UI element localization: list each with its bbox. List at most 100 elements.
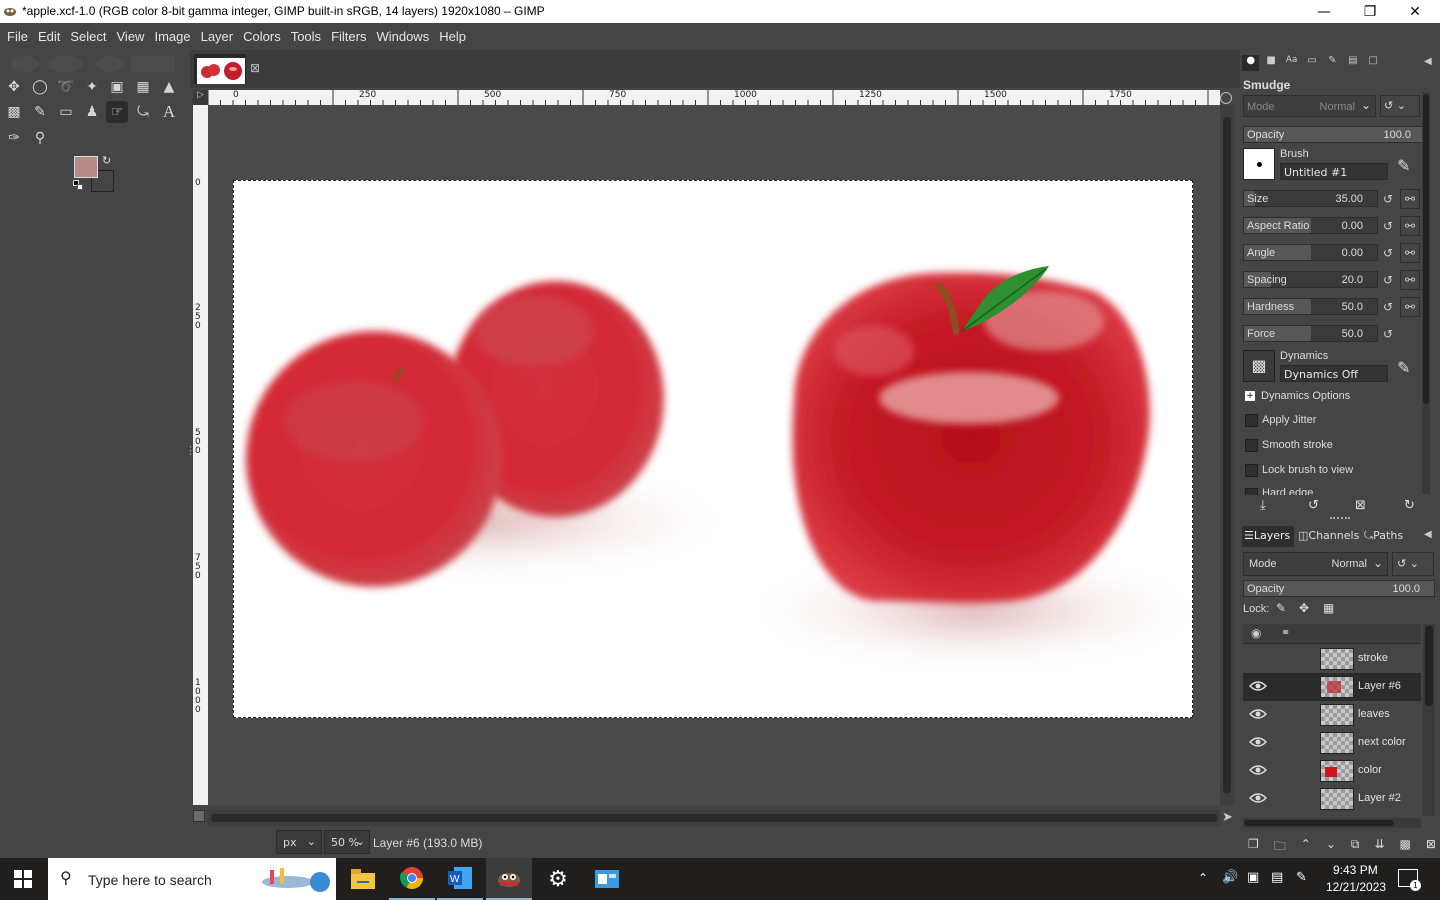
lasso-tool-icon[interactable]: ➰ — [55, 76, 77, 98]
close-tab-icon[interactable]: ⊠ — [250, 61, 260, 75]
link-dynamics-icon[interactable]: ⚯ — [1400, 243, 1420, 263]
clock-date[interactable]: 12/21/2023 — [1326, 880, 1386, 894]
reset-slider-icon[interactable]: ↺ — [1380, 245, 1396, 261]
expand-icon[interactable]: + — [1245, 391, 1255, 401]
document-tab-icon[interactable]: ▭ — [1303, 55, 1320, 71]
horizontal-scrollbar[interactable] — [208, 810, 1220, 826]
default-colors-icon[interactable] — [73, 180, 83, 190]
lock-pixels-icon[interactable]: ✎ — [1276, 601, 1286, 615]
raise-layer-icon[interactable]: ⌃ — [1301, 837, 1311, 858]
slider-aspect-ratio[interactable]: Aspect Ratio 0.00 — [1243, 217, 1378, 234]
menu-help[interactable]: Help — [439, 29, 466, 44]
eye-icon[interactable] — [1249, 763, 1267, 777]
reset-options-icon[interactable]: ↻ — [1404, 498, 1415, 513]
reset-slider-icon[interactable]: ↺ — [1380, 191, 1396, 207]
link-dynamics-icon[interactable]: ⚯ — [1400, 297, 1420, 317]
color-picker-icon[interactable]: ✑ — [3, 127, 25, 149]
close-window-button[interactable]: ✕ — [1392, 0, 1438, 23]
ruler-corner-icon[interactable]: ▷ — [193, 90, 208, 105]
layers-hscrollbar[interactable] — [1243, 818, 1421, 828]
lock-brush-checkbox[interactable] — [1245, 464, 1258, 477]
slider-angle[interactable]: Angle 0.00 — [1243, 244, 1378, 261]
dock-menu-icon[interactable]: ◀ — [1424, 56, 1432, 67]
lower-layer-icon[interactable]: ⌄ — [1326, 837, 1336, 858]
reset-slider-icon[interactable]: ↺ — [1380, 326, 1396, 342]
zoom-tool-icon[interactable]: ⚲ — [29, 127, 51, 149]
restore-options-icon[interactable]: ↺ — [1308, 498, 1319, 513]
layers-scrollbar[interactable] — [1423, 624, 1435, 816]
layer-row[interactable]: color — [1243, 757, 1421, 785]
unit-select[interactable]: px ⌄ — [276, 830, 322, 854]
panel-splitter[interactable] — [1330, 517, 1350, 520]
file-explorer-icon[interactable] — [340, 858, 386, 900]
clone-tool-icon[interactable]: ♟ — [81, 101, 103, 123]
lock-alpha-icon[interactable]: ▦ — [1323, 601, 1334, 615]
tray-overflow-icon[interactable]: ⌃ — [1198, 871, 1208, 885]
menu-view[interactable]: View — [117, 29, 145, 44]
vertical-scrollbar[interactable] — [1220, 105, 1234, 805]
brush-preview[interactable] — [1243, 148, 1275, 180]
chrome-icon[interactable] — [389, 858, 435, 900]
slider-size[interactable]: Size 35.00 — [1243, 190, 1378, 207]
patterns-tab-icon[interactable]: ▤ — [1344, 55, 1361, 71]
image-tab-apple[interactable] — [194, 54, 246, 84]
link-dynamics-icon[interactable]: ⚯ — [1400, 216, 1420, 236]
fonts-tab-icon[interactable]: Aa — [1283, 55, 1300, 71]
layer-row[interactable]: stroke — [1243, 645, 1421, 673]
crop-tool-icon[interactable]: ▣ — [106, 76, 128, 98]
layer-row[interactable]: Layer #6 — [1243, 673, 1421, 701]
word-icon[interactable]: W — [437, 858, 483, 900]
visibility-toggle[interactable] — [1249, 651, 1267, 665]
edit-brush-icon[interactable]: ✎ — [1397, 156, 1410, 175]
zoom-select[interactable]: 50 % ⌄ — [324, 830, 370, 854]
layers-dock-menu-icon[interactable]: ◀ — [1424, 529, 1432, 540]
network-icon[interactable]: ▤ — [1271, 870, 1283, 885]
new-layer-icon[interactable]: ❐ — [1248, 837, 1259, 858]
save-options-icon[interactable]: ⤓ — [1260, 498, 1266, 513]
eye-icon[interactable] — [1249, 707, 1267, 721]
gimp-taskbar-icon[interactable] — [486, 858, 532, 900]
dynamics-preview-icon[interactable]: ▩ — [1243, 350, 1275, 382]
smooth-stroke-checkbox[interactable] — [1245, 439, 1258, 452]
navigate-icon[interactable]: ➤ — [1222, 810, 1233, 825]
menu-image[interactable]: Image — [154, 29, 190, 44]
unified-transform-icon[interactable]: ▦ — [132, 76, 154, 98]
new-group-icon[interactable]: 🗀 — [1274, 837, 1286, 858]
mode-select[interactable]: Mode Normal ⌄ — [1243, 95, 1376, 117]
edit-dynamics-icon[interactable]: ✎ — [1397, 358, 1410, 377]
text-tool-icon[interactable]: A — [158, 101, 180, 123]
menu-edit[interactable]: Edit — [38, 29, 60, 44]
app-window-icon[interactable] — [584, 858, 630, 900]
tab-layers[interactable]: ☰Layers — [1242, 526, 1294, 547]
eye-icon[interactable] — [1249, 735, 1267, 749]
fuzzy-select-icon[interactable]: ✦ — [81, 76, 103, 98]
eye-icon[interactable] — [1249, 791, 1267, 805]
volume-icon[interactable]: 🔊 — [1222, 870, 1238, 885]
taskbar-search[interactable]: ⚲ Type here to search — [48, 858, 336, 900]
add-mask-icon[interactable]: ▩ — [1400, 837, 1411, 858]
paintbrush-icon[interactable]: ✎ — [29, 101, 51, 123]
windows-start-icon[interactable] — [0, 858, 46, 900]
camera-icon[interactable]: ▣ — [1247, 870, 1259, 885]
restore-button[interactable]: ❐ — [1347, 0, 1393, 23]
tab-channels[interactable]: ◫Channels — [1296, 526, 1362, 547]
reset-slider-icon[interactable]: ↺ — [1380, 299, 1396, 315]
apply-jitter-checkbox[interactable] — [1245, 414, 1258, 427]
menu-windows[interactable]: Windows — [376, 29, 429, 44]
eraser-icon[interactable]: ▭ — [55, 101, 77, 123]
image-canvas[interactable] — [233, 180, 1193, 718]
layer-mode-reset-button[interactable]: ↺ ⌄ — [1392, 552, 1434, 576]
brushes-tab-icon[interactable]: ✎ — [1324, 55, 1341, 71]
slider-force[interactable]: Force 50.0 — [1243, 325, 1378, 342]
layer-row[interactable]: Layer #2 — [1243, 785, 1421, 813]
paths-tool-icon[interactable]: ⤿ — [132, 101, 154, 123]
notification-icon[interactable]: 1 — [1398, 869, 1421, 891]
dynamics-options-label[interactable]: Dynamics Options — [1261, 390, 1350, 402]
gradient-tool-icon[interactable]: ▩ — [3, 101, 25, 123]
foreground-color-swatch[interactable] — [74, 156, 98, 178]
mode-reset-button[interactable]: ↺ ⌄ — [1380, 95, 1420, 117]
slider-hardness[interactable]: Hardness 50.0 — [1243, 298, 1378, 315]
duplicate-layer-icon[interactable]: ⧉ — [1351, 837, 1360, 858]
images-tab-icon[interactable]: □ — [1365, 55, 1382, 71]
smudge-tool-icon[interactable]: ☞ — [106, 101, 128, 123]
